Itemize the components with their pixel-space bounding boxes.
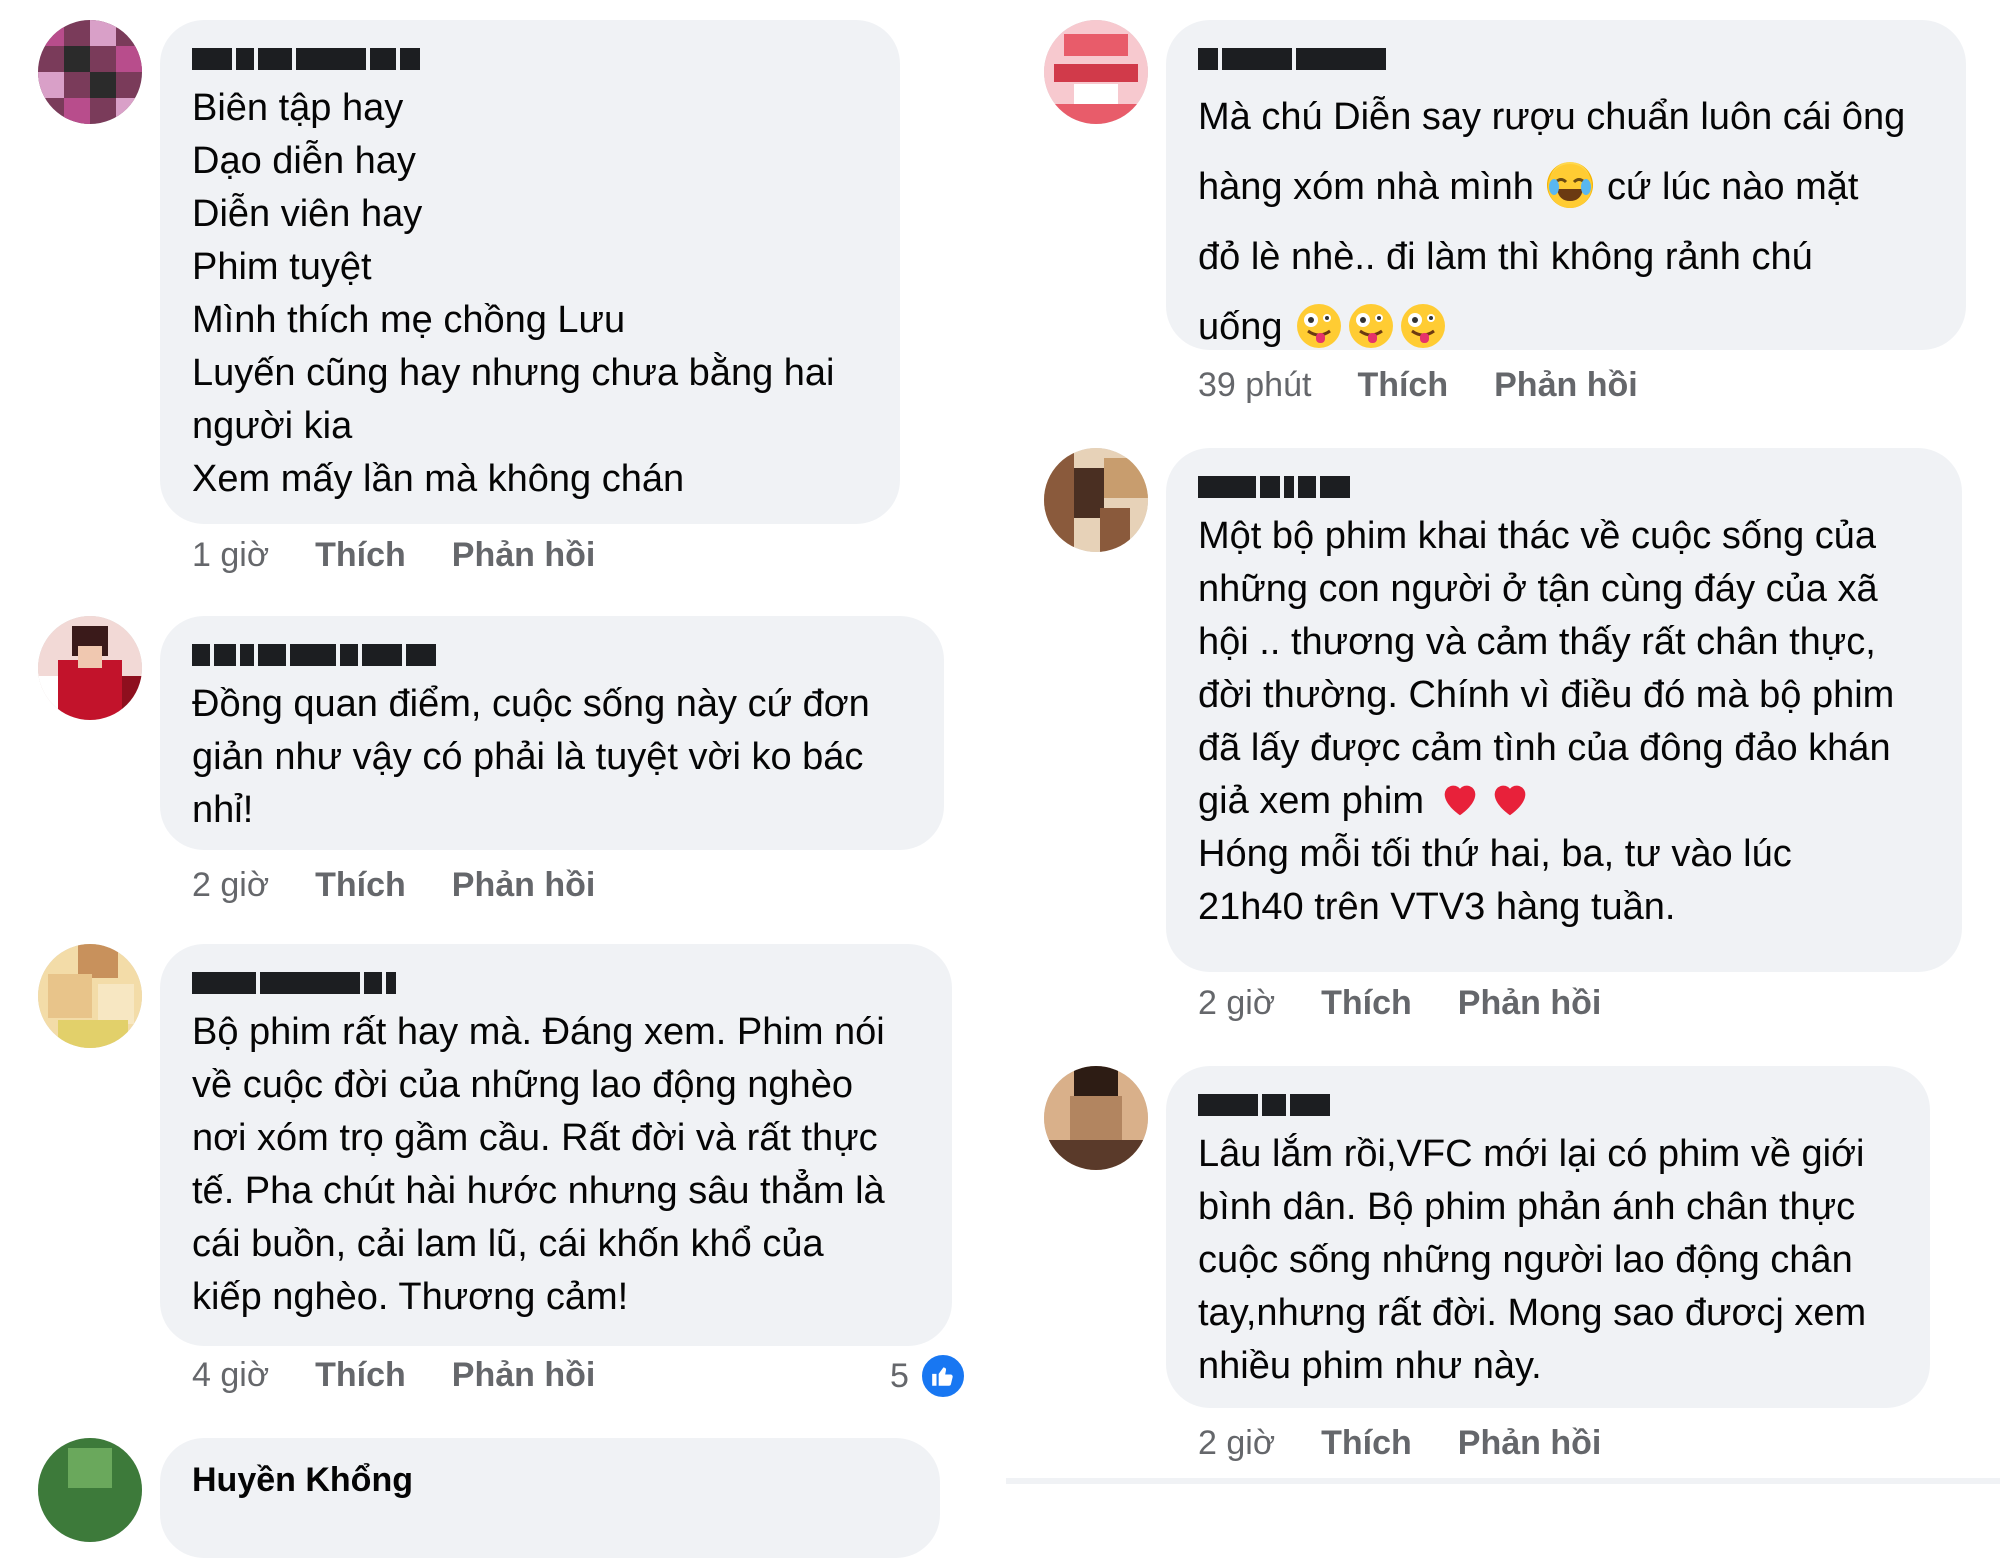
like-button[interactable]: Thích (1321, 1424, 1412, 1463)
divider (1006, 1478, 2000, 1484)
comment-bubble: Đồng quan điểm, cuộc sống này cứ đơn giả… (160, 616, 944, 850)
author-name-redacted[interactable] (192, 48, 868, 74)
reply-button[interactable]: Phản hồi (1494, 366, 1638, 405)
comment-timestamp[interactable]: 2 giờ (1198, 1424, 1275, 1463)
reaction-count: 5 (890, 1356, 909, 1395)
comment-timestamp[interactable]: 39 phút (1198, 366, 1311, 405)
zany-face-emoji-icon (1348, 302, 1394, 348)
comment-bubble: Một bộ phim khai thác về cuộc sống của n… (1166, 448, 1962, 972)
comment-text: Lâu lắm rồi,VFC mới lại có phim về giới … (1198, 1133, 1867, 1387)
comment-timestamp[interactable]: 2 giờ (1198, 984, 1275, 1023)
avatar-image (1044, 20, 1148, 124)
comment-text: Bộ phim rất hay mà. Đáng xem. Phim nói v… (192, 1011, 885, 1318)
like-button[interactable]: Thích (1321, 984, 1412, 1023)
face-with-tears-of-joy-emoji-icon (1547, 162, 1594, 208)
avatar[interactable] (38, 616, 142, 720)
avatar[interactable] (38, 20, 142, 124)
author-name-redacted[interactable] (192, 644, 912, 670)
avatar[interactable] (1044, 448, 1148, 552)
comments-screenshot: Biên tập hay Dạo diễn hay Diễn viên hay … (0, 0, 2000, 1558)
comments-column-right: Mà chú Diễn say rượu chuẩn luôn cái ông … (1000, 0, 2000, 1498)
avatar[interactable] (38, 1438, 142, 1542)
avatar[interactable] (1044, 1066, 1148, 1170)
reply-button[interactable]: Phản hồi (452, 536, 596, 575)
like-button[interactable]: Thích (315, 866, 406, 905)
comment-text: Một bộ phim khai thác về cuộc sống của n… (1198, 510, 1930, 934)
avatar-image (38, 1438, 142, 1542)
zany-face-emoji-icon (1296, 302, 1342, 348)
comment-text-part: Một bộ phim khai thác về cuộc sống của n… (1198, 515, 1895, 822)
comment-timestamp[interactable]: 2 giờ (192, 866, 269, 905)
author-name-redacted[interactable] (192, 972, 920, 998)
comment-actions: 2 giờ Thích Phản hồi (192, 866, 595, 905)
comment-actions: 2 giờ Thích Phản hồi (1198, 1424, 1601, 1463)
reply-button[interactable]: Phản hồi (1458, 1424, 1602, 1463)
avatar[interactable] (1044, 20, 1148, 124)
comment-text: Mà chú Diễn say rượu chuẩn luôn cái ông … (1198, 82, 1934, 362)
comment-bubble: Lâu lắm rồi,VFC mới lại có phim về giới … (1166, 1066, 1930, 1408)
comment-bubble: Huyền Khổng (160, 1438, 940, 1558)
avatar-image (38, 20, 142, 124)
reply-button[interactable]: Phản hồi (1458, 984, 1602, 1023)
comment-text: Đồng quan điểm, cuộc sống này cứ đơn giả… (192, 683, 870, 831)
comments-column-left: Biên tập hay Dạo diễn hay Diễn viên hay … (0, 0, 1000, 1558)
avatar[interactable] (38, 944, 142, 1048)
author-name-redacted[interactable] (1198, 476, 1930, 502)
zany-face-emoji-icon (1400, 302, 1446, 348)
avatar-image (38, 944, 142, 1048)
red-heart-emoji-icon (1487, 775, 1533, 821)
comment-actions: 39 phút Thích Phản hồi (1198, 366, 1638, 405)
comment-timestamp[interactable]: 1 giờ (192, 536, 269, 575)
author-name[interactable]: Huyền Khổng (192, 1460, 908, 1500)
comment-bubble: Mà chú Diễn say rượu chuẩn luôn cái ông … (1166, 20, 1966, 350)
avatar-image (38, 616, 142, 720)
comment-actions: 2 giờ Thích Phản hồi (1198, 984, 1601, 1023)
reply-button[interactable]: Phản hồi (452, 1356, 596, 1395)
avatar-image (1044, 448, 1148, 552)
author-name-redacted[interactable] (1198, 48, 1934, 74)
comment-text: Biên tập hay Dạo diễn hay Diễn viên hay … (192, 87, 835, 500)
like-button[interactable]: Thích (315, 1356, 406, 1395)
author-name-redacted[interactable] (1198, 1094, 1898, 1120)
comment-bubble: Bộ phim rất hay mà. Đáng xem. Phim nói v… (160, 944, 952, 1346)
thumbs-up-icon (918, 1352, 967, 1400)
reply-button[interactable]: Phản hồi (452, 866, 596, 905)
comment-text-part: Hóng mỗi tối thứ hai, ba, tư vào lúc 21h… (1198, 833, 1792, 928)
comment-actions: 1 giờ Thích Phản hồi (192, 536, 595, 575)
comment-actions: 4 giờ Thích Phản hồi (192, 1356, 595, 1395)
red-heart-emoji-icon (1437, 775, 1483, 821)
avatar-image (1044, 1066, 1148, 1170)
comment-bubble: Biên tập hay Dạo diễn hay Diễn viên hay … (160, 20, 900, 524)
comment-timestamp[interactable]: 4 giờ (192, 1356, 269, 1395)
reaction-summary[interactable]: 5 (890, 1352, 967, 1400)
like-button[interactable]: Thích (315, 536, 406, 575)
like-button[interactable]: Thích (1357, 366, 1448, 405)
